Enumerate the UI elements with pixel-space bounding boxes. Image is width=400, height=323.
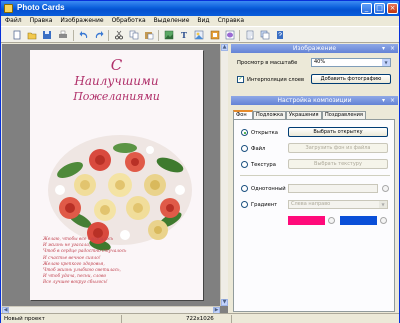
select-texture-button[interactable]: Выбрать текстуру: [288, 159, 388, 169]
radio-texture[interactable]: [241, 161, 248, 168]
scale-select[interactable]: 40% ▼: [311, 58, 391, 67]
minimize-button[interactable]: _: [361, 3, 372, 14]
scale-label: Просмотр в масштабе: [237, 60, 298, 66]
card-title-c: С: [110, 56, 123, 74]
toolbar-separator: [73, 30, 74, 41]
tab-backing[interactable]: Подложка: [253, 111, 286, 119]
text-icon[interactable]: T: [179, 30, 189, 40]
status-bar: Новый проект 722x1026: [1, 313, 399, 323]
card-title-sub: Пожеланиями: [73, 90, 160, 103]
app-icon: [4, 4, 13, 13]
color-picker-icon[interactable]: [380, 217, 387, 224]
radio-solid[interactable]: [241, 185, 248, 192]
toolbar-separator: [239, 30, 240, 41]
card-verse: Желаю, чтобы все сложилось И жизнь не уг…: [43, 237, 153, 287]
status-text: Новый проект: [4, 316, 45, 322]
status-image-size: 722x1026: [186, 316, 214, 322]
collapse-icon[interactable]: ▾: [382, 96, 385, 105]
close-panel-icon[interactable]: ×: [390, 96, 395, 105]
save-icon[interactable]: [42, 30, 52, 40]
vertical-scrollbar[interactable]: ▲ ▼: [220, 44, 228, 306]
menu-view[interactable]: Вид: [193, 16, 213, 24]
verse-line: Все лучшее вокруг сбылось!: [43, 280, 108, 286]
close-panel-icon[interactable]: ×: [390, 44, 395, 53]
scroll-up-icon[interactable]: ▲: [221, 44, 228, 51]
select-card-button[interactable]: Выбрать открытку: [288, 127, 388, 137]
app-window: Photo Cards _ □ × Файл Правка Изображение О…: [0, 0, 400, 323]
radio-card[interactable]: [241, 129, 248, 136]
card-preview[interactable]: С Наилучшими Пожеланиями Желаю, чтобы вс…: [30, 50, 203, 300]
interpolation-checkbox[interactable]: ✓: [237, 76, 244, 83]
scroll-down-icon[interactable]: ▼: [221, 299, 228, 306]
mask-icon[interactable]: [225, 30, 235, 40]
card-title-main: Наилучшими: [74, 74, 159, 88]
menu-edit[interactable]: Правка: [26, 16, 57, 24]
image-panel-title: Изображение: [292, 45, 337, 52]
status-divider: [121, 315, 122, 323]
image-panel-header[interactable]: Изображение ▾ ×: [231, 44, 398, 53]
redo-icon[interactable]: [94, 30, 104, 40]
menu-processing[interactable]: Обработка: [108, 16, 150, 24]
toolbar-separator: [158, 30, 159, 41]
layers-icon[interactable]: [260, 30, 270, 40]
gradient-end-swatch[interactable]: [340, 216, 377, 225]
menu-image[interactable]: Изображение: [56, 16, 107, 24]
new-icon[interactable]: [12, 30, 22, 40]
menu-bar: Файл Правка Изображение Обработка Выделение В…: [1, 16, 399, 26]
tab-decorations[interactable]: Украшения: [286, 111, 322, 119]
title-bar[interactable]: Photo Cards _ □ ×: [1, 1, 399, 16]
chevron-down-icon[interactable]: ▼: [382, 59, 390, 66]
composition-panel-title: Настройка композиции: [277, 97, 352, 104]
menu-selection[interactable]: Выделение: [150, 16, 194, 24]
composition-panel-header[interactable]: Настройка композиции ▾ ×: [231, 96, 398, 105]
print-icon[interactable]: [58, 30, 68, 40]
status-divider: [231, 315, 232, 323]
radio-gradient[interactable]: [241, 201, 248, 208]
tab-greetings[interactable]: Поздравления: [322, 111, 366, 119]
side-panel: Изображение ▾ × Просмотр в масштабе 40% …: [231, 44, 398, 313]
maximize-button[interactable]: □: [374, 3, 385, 14]
solid-color-field[interactable]: [288, 184, 378, 193]
undo-icon[interactable]: [79, 30, 89, 40]
paste-icon[interactable]: [144, 30, 154, 40]
help-icon[interactable]: [275, 30, 285, 40]
insert-image-icon[interactable]: [194, 30, 204, 40]
copy-icon[interactable]: [129, 30, 139, 40]
toolbar: T: [1, 26, 399, 43]
gradient-direction-select[interactable]: Слева направо ▼: [288, 200, 388, 209]
color-picker-icon[interactable]: [328, 217, 335, 224]
gradient-start-swatch[interactable]: [288, 216, 325, 225]
horizontal-scrollbar[interactable]: ◀ ▶: [2, 306, 220, 314]
close-button[interactable]: ×: [387, 3, 398, 14]
load-bg-button[interactable]: Загрузить фон из файла: [288, 143, 388, 153]
open-icon[interactable]: [27, 30, 37, 40]
document-icon[interactable]: [245, 30, 255, 40]
radio-file-label: Файл: [251, 146, 266, 152]
add-photo-button[interactable]: Добавить фотографию: [311, 74, 391, 84]
background-tab-content: Открытка Выбрать открытку Файл Загрузить…: [233, 119, 395, 312]
divider: [240, 175, 390, 176]
radio-texture-label: Текстура: [251, 162, 276, 168]
collapse-icon[interactable]: ▾: [382, 44, 385, 53]
radio-solid-label: Однотонный: [251, 186, 286, 192]
interpolation-label: Интерполяция слоев: [247, 77, 305, 83]
image-icon[interactable]: [164, 30, 174, 40]
cut-icon[interactable]: [114, 30, 124, 40]
radio-gradient-label: Градиент: [251, 202, 278, 208]
radio-file[interactable]: [241, 145, 248, 152]
scale-value: 40%: [314, 59, 326, 65]
chevron-down-icon[interactable]: ▼: [379, 201, 387, 208]
gradient-direction-value: Слева направо: [291, 201, 331, 207]
menu-help[interactable]: Справка: [214, 16, 248, 24]
radio-card-label: Открытка: [251, 130, 278, 136]
toolbar-separator: [108, 30, 109, 41]
window-title: Photo Cards: [17, 3, 65, 12]
menu-file[interactable]: Файл: [1, 16, 26, 24]
frame-icon[interactable]: [210, 30, 220, 40]
color-picker-icon[interactable]: [382, 185, 389, 192]
